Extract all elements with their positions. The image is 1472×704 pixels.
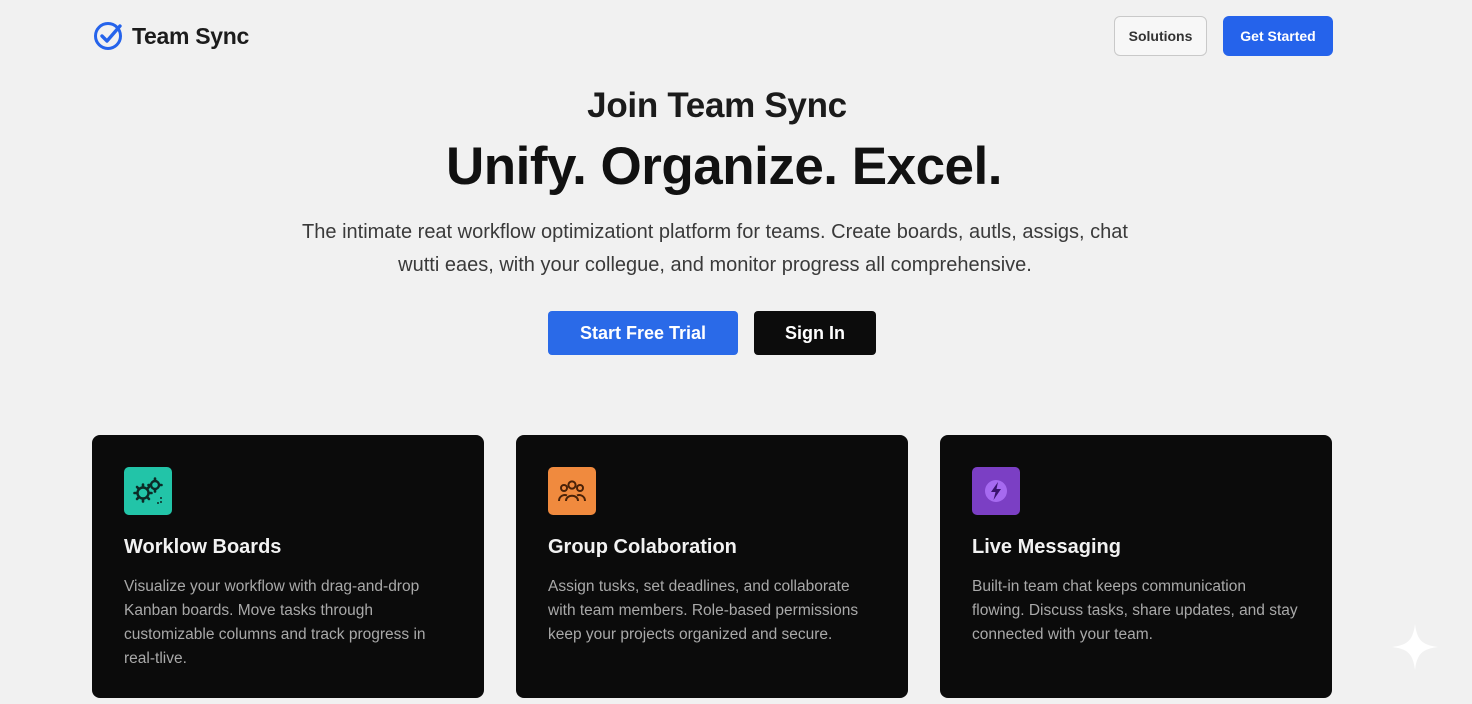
- feature-title: Live Messaging: [972, 536, 1121, 558]
- hero-description-line-2: wutti eaes, with your collegue, and moni…: [398, 254, 1032, 276]
- sparkle-icon: [1392, 624, 1438, 670]
- lightning-icon: [972, 467, 1020, 515]
- feature-card-boards: Worklow Boards Visualize your workflow w…: [92, 435, 484, 698]
- brand-name: Team Sync: [132, 22, 250, 49]
- gears-icon: [124, 467, 172, 515]
- team-icon: [548, 467, 596, 515]
- hero-cta-group: Start Free Trial Sign In: [548, 311, 876, 355]
- top-nav: Solutions Get Started: [1114, 16, 1333, 56]
- feature-card-collaboration: Group Colaboration Assign tusks, set dea…: [516, 435, 908, 698]
- get-started-button[interactable]: Get Started: [1223, 16, 1333, 56]
- check-circle-icon: [94, 22, 122, 50]
- solutions-button[interactable]: Solutions: [1114, 16, 1207, 56]
- hero-description-line-1: The intimate reat workflow optimizationt…: [302, 221, 1128, 243]
- brand-logo[interactable]: Team Sync: [92, 20, 249, 52]
- hero-kicker: Join Team Sync: [587, 86, 847, 125]
- feature-description: Visualize your workflow with drag-and-dr…: [124, 578, 426, 667]
- feature-card-messaging: Live Messaging Built-in team chat keeps …: [940, 435, 1332, 698]
- start-free-trial-button[interactable]: Start Free Trial: [548, 311, 738, 355]
- sign-in-button[interactable]: Sign In: [754, 311, 876, 355]
- feature-title: Group Colaboration: [548, 536, 737, 558]
- feature-description: Built-in team chat keeps communication f…: [972, 578, 1298, 643]
- feature-description: Assign tusks, set deadlines, and collabo…: [548, 578, 859, 643]
- hero-description: The intimate reat workflow optimizationt…: [260, 216, 1170, 282]
- feature-title: Worklow Boards: [124, 536, 282, 558]
- hero-title: Unify. Organize. Excel.: [446, 137, 1002, 196]
